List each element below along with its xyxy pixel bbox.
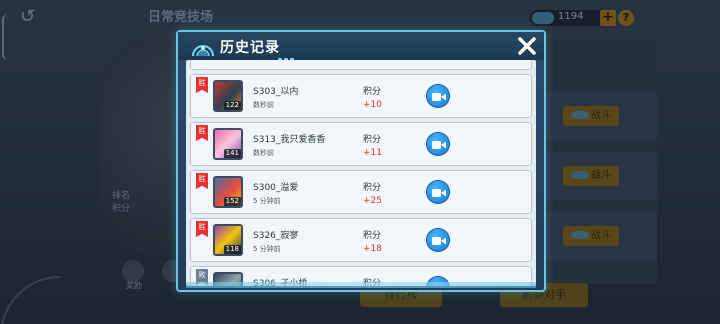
opponent-avatar: 122	[213, 80, 243, 112]
history-record: 胜 122 S303_以内 数秒前 积分 +10	[190, 74, 532, 118]
score-change: +10	[363, 100, 382, 110]
modal-title: 历史记录	[220, 40, 280, 56]
replay-video-button[interactable]	[426, 228, 450, 252]
opponent-name: S313_我只爱香香	[253, 135, 326, 145]
video-camera-icon	[432, 93, 446, 101]
replay-video-button[interactable]	[426, 84, 450, 108]
video-camera-icon	[432, 189, 446, 197]
history-list[interactable]: 胜 122 S303_以内 数秒前 积分 +10 胜 141 S313_我只爱香…	[186, 60, 536, 286]
opponent-name: S303_以内	[253, 87, 299, 97]
result-flag: 胜	[196, 125, 208, 141]
result-flag: 胜	[196, 173, 208, 189]
score-label: 积分	[363, 135, 382, 145]
score-change: +25	[363, 196, 382, 206]
history-modal: 历史记录 胜 122 S303_以内 数秒前 积分 +10 胜 141 S313	[176, 30, 546, 292]
opponent-name: S300_溢爱	[253, 183, 299, 193]
score-change: +18	[363, 244, 382, 254]
history-record: 胜 141 S313_我只爱香香 数秒前 积分 +11	[190, 122, 532, 166]
history-record: 胜 152 S300_溢爱 5 分钟前 积分 +25	[190, 170, 532, 214]
opponent-name: S326_寂寥	[253, 231, 299, 241]
opponent-avatar: 141	[213, 128, 243, 160]
record-time: 5 分钟前	[253, 245, 281, 253]
record-time: 数秒前	[253, 149, 274, 157]
history-record: 胜 118 S326_寂寥 5 分钟前 积分 +18	[190, 218, 532, 262]
video-camera-icon	[432, 237, 446, 245]
record-time: 数秒前	[253, 101, 274, 109]
list-item	[190, 60, 532, 70]
score-label: 积分	[363, 87, 382, 97]
opponent-level: 152	[223, 197, 241, 206]
emblem-icon	[192, 45, 214, 57]
opponent-level: 141	[223, 149, 241, 158]
result-flag: 胜	[196, 221, 208, 237]
opponent-avatar: 152	[213, 176, 243, 208]
score-label: 积分	[363, 231, 382, 241]
close-icon[interactable]	[516, 35, 538, 57]
score-label: 积分	[363, 183, 382, 193]
opponent-level: 118	[223, 245, 241, 254]
list-bottom-glow	[186, 282, 536, 288]
score-change: +11	[363, 148, 382, 158]
opponent-avatar: 118	[213, 224, 243, 256]
modal-header: 历史记录	[178, 32, 544, 62]
video-camera-icon	[432, 141, 446, 149]
replay-video-button[interactable]	[426, 132, 450, 156]
replay-video-button[interactable]	[426, 180, 450, 204]
record-time: 5 分钟前	[253, 197, 281, 205]
opponent-level: 122	[223, 101, 241, 110]
result-flag: 胜	[196, 77, 208, 93]
